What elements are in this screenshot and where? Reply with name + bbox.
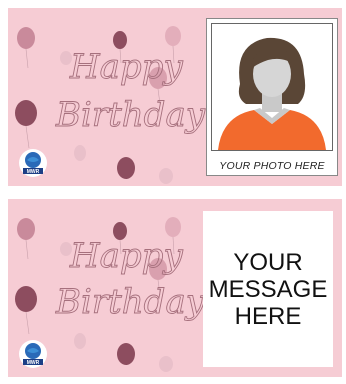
balloon-icon (117, 343, 135, 365)
script-happy: Happy (69, 47, 183, 87)
script-happy: Happy (69, 236, 183, 276)
logo-text: MWR (27, 169, 40, 175)
globe-logo-icon: MWR (19, 149, 47, 177)
person-silhouette-icon (218, 37, 326, 150)
balloon-icon (15, 286, 37, 335)
message-line: HERE (234, 302, 302, 330)
script-birthday: Birthday (55, 95, 206, 135)
message-line: MESSAGE (208, 275, 328, 303)
balloon-icon (117, 157, 135, 179)
script-birthday: Birthday (55, 282, 206, 322)
message-placeholder: YOUR MESSAGE HERE (203, 211, 333, 367)
photo-placeholder: YOUR PHOTO HERE (206, 18, 338, 176)
balloon-icon (159, 168, 173, 184)
balloon-icon (17, 27, 35, 69)
balloon-icon (159, 356, 173, 372)
birthday-card-message: Happy Birthday MWR YOUR MESSAGE HERE (8, 199, 342, 377)
balloon-icon (17, 218, 35, 260)
logo-text: MWR (27, 360, 40, 366)
balloon-icon (74, 333, 86, 349)
globe-logo-icon: MWR (19, 340, 47, 368)
birthday-card-photo: Happy Birthday MWR YOUR PHOTO HERE (8, 8, 342, 186)
photo-frame (211, 23, 333, 151)
photo-caption: YOUR PHOTO HERE (219, 160, 325, 172)
balloon-icon (74, 145, 86, 161)
message-line: YOUR (233, 248, 303, 276)
balloon-icon (15, 100, 37, 149)
